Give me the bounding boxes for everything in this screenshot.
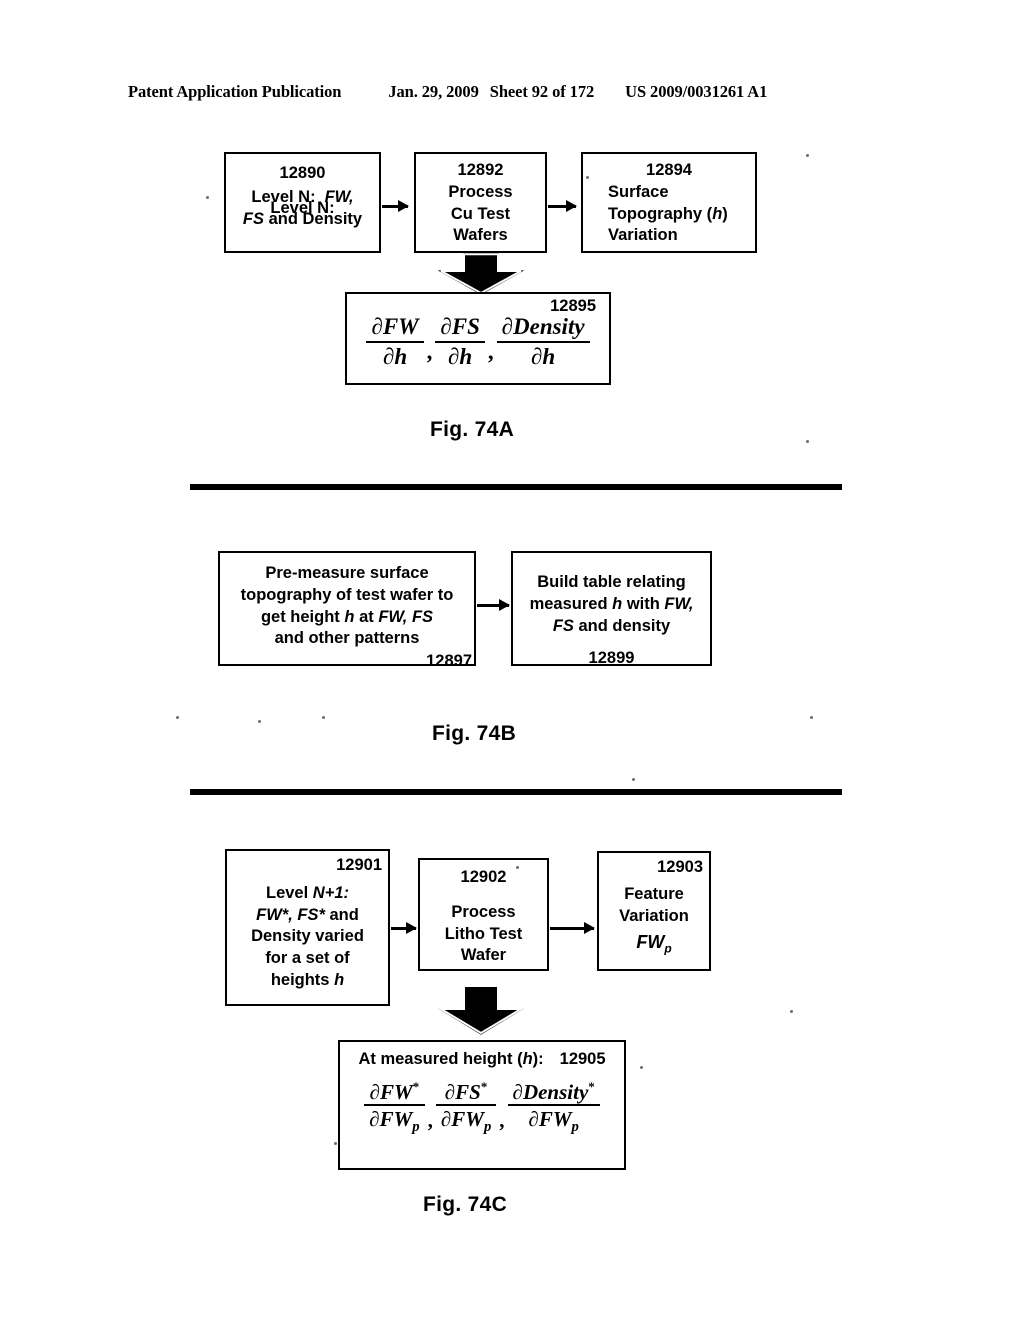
- box-12902-line3: Wafer: [460, 946, 507, 965]
- box-12901-line5: heights h: [270, 970, 345, 989]
- box-ref-12890: 12890: [279, 164, 326, 182]
- section-divider-2: [190, 789, 842, 795]
- box-12903-line1: Feature: [624, 884, 684, 903]
- block-arrow-74a-outline: [437, 253, 525, 295]
- box-ref-12894: 12894: [646, 161, 692, 179]
- box-ref-12902: 12902: [460, 868, 507, 886]
- fraction-dfsstar-dfwp: ∂FS* ∂FWp: [435, 1079, 497, 1137]
- scan-speck: [806, 440, 809, 443]
- box-12899-line2: measured h with FW,: [529, 594, 694, 613]
- box-12903-line3: FWp: [636, 932, 672, 956]
- patent-number: US 2009/0031261 A1: [625, 82, 768, 101]
- box-12902-line1: Process: [451, 902, 516, 921]
- formula-separator-3: ,: [427, 1107, 433, 1132]
- formula-separator-1: ,: [426, 339, 433, 365]
- flowchart-box-12894: 12894 Surface Topography (h) Variation: [581, 152, 757, 253]
- flowchart-box-12899: Build table relating measured h with FW,…: [511, 551, 712, 667]
- scan-speck: [516, 866, 519, 869]
- formula-box-12905: At measured height (h): 12905 ∂FW* ∂FWp ,…: [338, 1040, 626, 1170]
- box-ref-12905: 12905: [559, 1050, 606, 1068]
- label-fw: FW,: [324, 188, 354, 206]
- scan-speck: [322, 716, 325, 719]
- box-12899-line1: Build table relating: [537, 573, 686, 591]
- formula-12895-expression: ∂FW ∂h , ∂FS ∂h , ∂Density ∂h: [347, 314, 609, 370]
- figure-caption-74a: Fig. 74A: [430, 418, 515, 441]
- box-12892-line3: Wafers: [453, 226, 508, 245]
- scan-speck: [632, 778, 635, 781]
- box-12902-line2: Litho Test: [444, 924, 523, 943]
- box-ref-12897: 12897: [426, 652, 472, 671]
- fraction-dfwstar-dfwp: ∂FW* ∂FWp: [364, 1079, 425, 1137]
- box-12901-line3: Density varied: [251, 927, 364, 946]
- box-12897-line1: Pre-measure surface: [265, 564, 429, 582]
- box-12901-line1: Level N+1:: [265, 883, 350, 902]
- scan-speck: [586, 176, 589, 179]
- flowchart-box-12890-body: Level N: FW, FS and Density: [224, 186, 381, 230]
- scan-speck: [806, 154, 809, 157]
- connector-arrow-12897-12899: [477, 599, 510, 610]
- fraction-ddensity-dh: ∂Density ∂h: [496, 314, 590, 370]
- label-fs: FS: [242, 210, 264, 229]
- box-12897-line3: get height h at FW, FS: [260, 607, 434, 626]
- formula-12905-expression: ∂FW* ∂FWp , ∂FS* ∂FWp , ∂Density* ∂FWp: [340, 1079, 624, 1137]
- figure-caption-74c: Fig. 74C: [423, 1193, 508, 1216]
- box-12892-line1: Process: [448, 182, 513, 201]
- connector-arrow-12890-12892: [382, 200, 409, 211]
- connector-arrow-12902-12903: [550, 922, 595, 933]
- formula-12905-title: At measured height (h): 12905: [358, 1050, 606, 1068]
- label-and-density: and Density: [268, 210, 363, 229]
- box-12894-line1: Surface: [608, 182, 669, 201]
- scan-speck: [334, 1142, 337, 1145]
- connector-arrow-12892-12894: [548, 200, 577, 211]
- flowchart-box-12903: 12903 Feature Variation FWp: [597, 851, 711, 971]
- sheet-number: Sheet 92 of 172: [489, 82, 595, 101]
- box-12897-line2: topography of test wafer to: [240, 585, 454, 604]
- box-ref-12903: 12903: [657, 858, 703, 876]
- box-12892-line2: Cu Test: [450, 204, 511, 223]
- publication-date: Jan. 29, 2009: [388, 82, 479, 101]
- scan-speck: [790, 1010, 793, 1013]
- flowchart-box-12892: 12892 Process Cu Test Wafers: [414, 152, 547, 253]
- scan-speck: [206, 196, 209, 199]
- box-ref-12899: 12899: [588, 649, 635, 668]
- publication-label: Patent Application Publication: [128, 82, 342, 101]
- label-level-n: Level N:: [251, 188, 316, 206]
- box-12901-line4: for a set of: [265, 949, 350, 968]
- page-header: Patent Application Publication Jan. 29, …: [128, 82, 896, 102]
- box-12899-line3: FS and density: [552, 616, 671, 635]
- section-divider-1: [190, 484, 842, 490]
- flowchart-box-12897: Pre-measure surface topography of test w…: [218, 551, 476, 670]
- figure-caption-74b: Fig. 74B: [432, 722, 517, 745]
- formula-separator-2: ,: [487, 339, 494, 365]
- box-12894-line3: Variation: [608, 226, 678, 245]
- scan-speck: [810, 716, 813, 719]
- formula-separator-4: ,: [499, 1107, 505, 1132]
- flowchart-box-12901: 12901 Level N+1: FW*, FS* and Density va…: [225, 849, 390, 1006]
- fraction-dfs-dh: ∂FS ∂h: [435, 314, 485, 370]
- block-arrow-74c-outline: [437, 985, 525, 1035]
- formula-box-12895: 12895 ∂FW ∂h , ∂FS ∂h , ∂Density ∂h: [345, 292, 611, 385]
- box-12903-line2: Variation: [619, 906, 689, 925]
- connector-arrow-12901-12902: [391, 922, 417, 933]
- box-ref-12901: 12901: [336, 856, 382, 874]
- flowchart-box-12902: 12902 Process Litho Test Wafer: [418, 858, 549, 971]
- fraction-dfw-dh: ∂FW ∂h: [366, 314, 424, 370]
- box-12897-line4: and other patterns: [274, 629, 420, 648]
- scan-speck: [176, 716, 179, 719]
- fraction-ddensitystar-dfwp: ∂Density* ∂FWp: [507, 1079, 600, 1137]
- box-ref-12892: 12892: [457, 161, 504, 179]
- box-12894-line2: Topography (h): [608, 204, 728, 223]
- scan-speck: [258, 720, 261, 723]
- box-12901-line2: FW*, FS* and: [256, 905, 359, 924]
- scan-speck: [640, 1066, 643, 1069]
